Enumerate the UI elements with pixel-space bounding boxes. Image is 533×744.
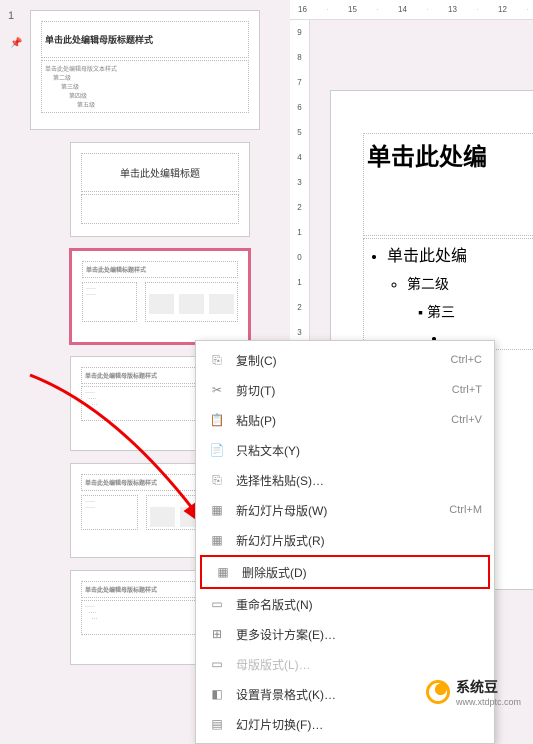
menu-master-layout: ▭母版版式(L)…: [196, 649, 494, 679]
transition-icon: ▤: [208, 715, 226, 733]
copy-icon: ⎘: [208, 351, 226, 369]
background-icon: ◧: [208, 685, 226, 703]
menu-delete-layout[interactable]: ▦删除版式(D): [200, 555, 490, 589]
watermark: 系统豆 www.xtdptc.com: [426, 677, 521, 707]
new-layout-icon: ▦: [208, 531, 226, 549]
slide-body-placeholder[interactable]: 单击此处编 第二级 第三: [363, 238, 533, 350]
master-layout-icon: ▭: [208, 655, 226, 673]
horizontal-ruler: 16· 15· 14· 13· 12· 11· 10· 9: [290, 0, 533, 20]
delete-layout-icon: ▦: [214, 563, 232, 581]
new-master-icon: ▦: [208, 501, 226, 519]
menu-new-master[interactable]: ▦新幻灯片母版(W)Ctrl+M: [196, 495, 494, 525]
layout-thumbnail-1[interactable]: 单击此处编辑标题: [70, 142, 250, 237]
menu-more-designs[interactable]: ⊞更多设计方案(E)…: [196, 619, 494, 649]
pin-icon[interactable]: 📌: [10, 38, 22, 49]
layout-thumbnail-2[interactable]: 单击此处编辑标题样式 ··········: [70, 249, 250, 344]
watermark-logo-icon: [426, 680, 450, 704]
designs-icon: ⊞: [208, 625, 226, 643]
menu-new-layout[interactable]: ▦新幻灯片版式(R): [196, 525, 494, 555]
paste-icon: 📋: [208, 411, 226, 429]
slide-title-placeholder[interactable]: 单击此处编: [367, 137, 533, 172]
menu-rename-layout[interactable]: ▭重命名版式(N): [196, 589, 494, 619]
cut-icon: ✂: [208, 381, 226, 399]
rename-icon: ▭: [208, 595, 226, 613]
master-slide-thumbnail[interactable]: 单击此处编辑母版标题样式 单击此处编辑母版文本样式 第二级 第三级 第四级 第五…: [30, 10, 260, 130]
menu-cut[interactable]: ✂剪切(T)Ctrl+T: [196, 375, 494, 405]
menu-paste-special[interactable]: ⎘选择性粘贴(S)…: [196, 465, 494, 495]
menu-slide-transition[interactable]: ▤幻灯片切换(F)…: [196, 709, 494, 739]
menu-paste-text[interactable]: 📄只粘文本(Y): [196, 435, 494, 465]
menu-paste[interactable]: 📋粘贴(P)Ctrl+V: [196, 405, 494, 435]
paste-text-icon: 📄: [208, 441, 226, 459]
slide-number: 1: [8, 10, 14, 22]
menu-copy[interactable]: ⎘复制(C)Ctrl+C: [196, 345, 494, 375]
paste-special-icon: ⎘: [208, 471, 226, 489]
